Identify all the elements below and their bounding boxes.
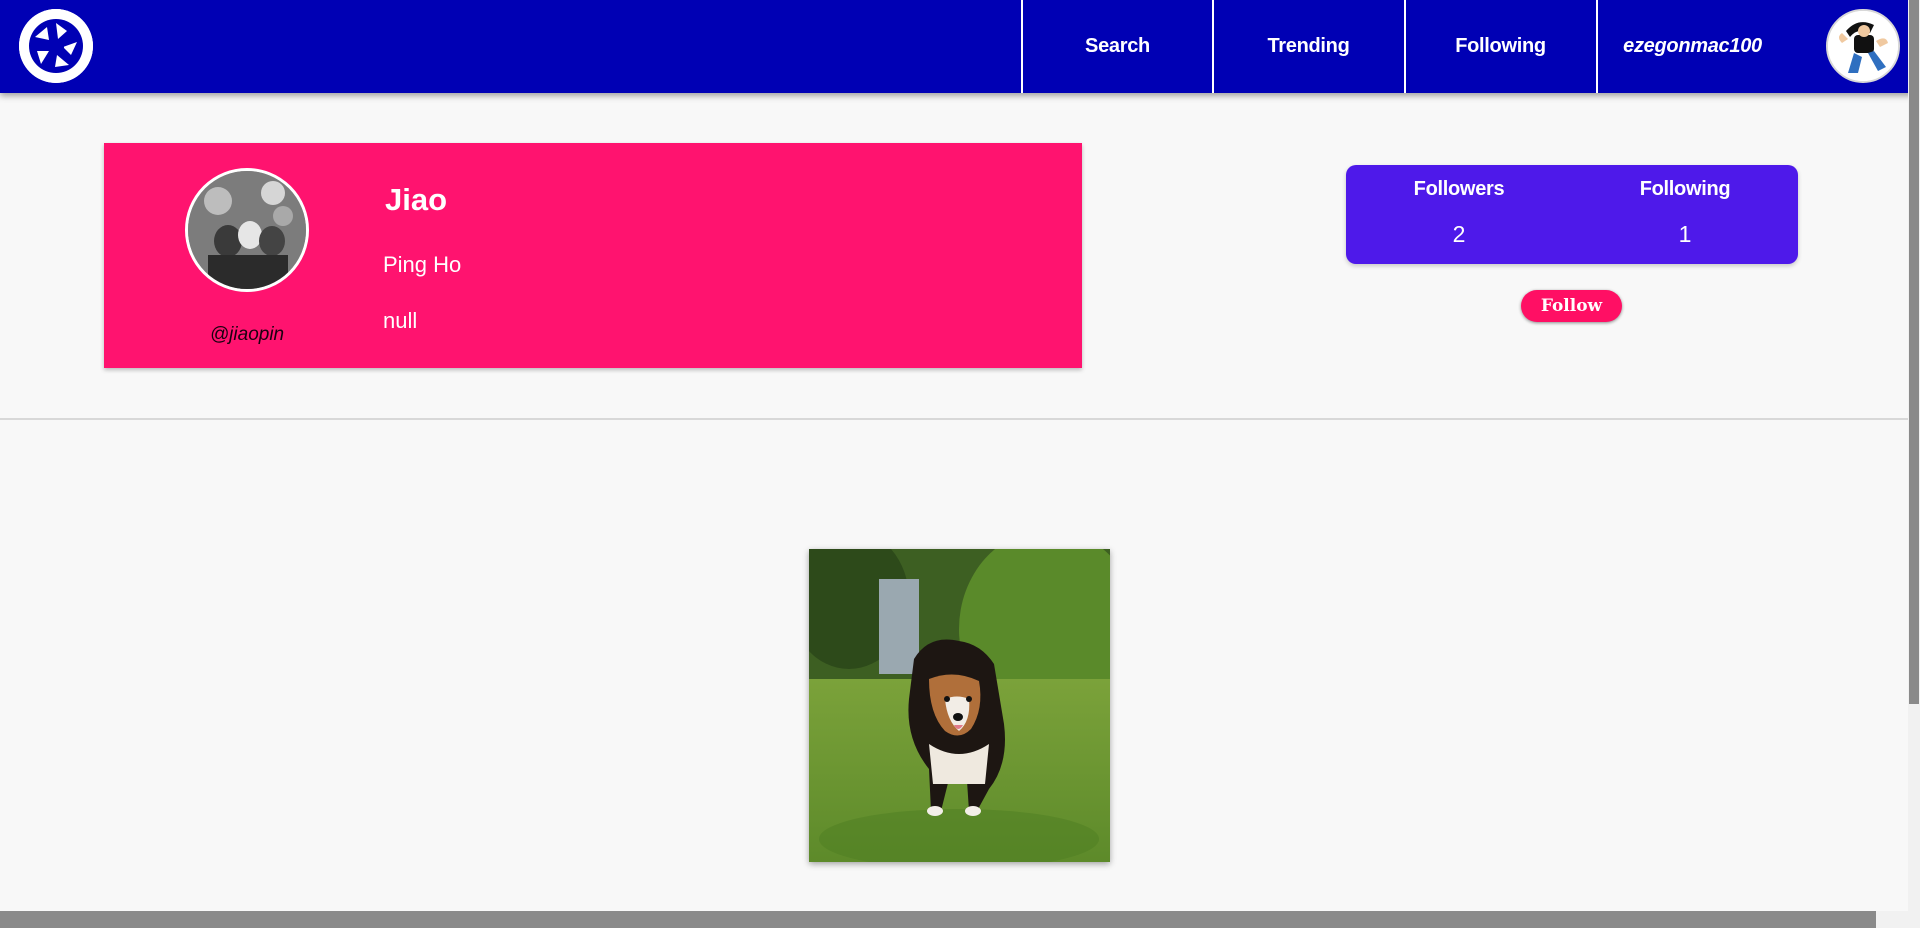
profile-page: Search Trending Following ezegonmac100 @… <box>0 0 1920 928</box>
post-thumbnail[interactable] <box>809 549 1110 862</box>
nav-trending-label: Trending <box>1267 35 1350 57</box>
nav-following-label: Following <box>1455 35 1546 57</box>
nav-username: ezegonmac100 <box>1623 35 1762 57</box>
nav-trending[interactable]: Trending <box>1212 0 1403 93</box>
nav-search[interactable]: Search <box>1021 0 1212 93</box>
dog-running-photo-icon <box>809 549 1110 862</box>
horizontal-scrollbar-thumb[interactable] <box>0 911 1876 928</box>
followers-label: Followers <box>1413 178 1505 200</box>
profile-display-name: Jiao <box>385 182 448 217</box>
nav-following[interactable]: Following <box>1404 0 1595 93</box>
following-count: 1 <box>1678 221 1692 247</box>
follow-stats: Followers 2 Following 1 <box>1346 165 1798 264</box>
top-navbar: Search Trending Following ezegonmac100 <box>0 0 1920 93</box>
followers-count: 2 <box>1452 221 1466 247</box>
profile-bio: null <box>383 308 418 333</box>
following-label: Following <box>1639 178 1731 200</box>
user-avatar-icon[interactable] <box>1826 9 1900 83</box>
profile-full-name: Ping Ho <box>383 252 462 277</box>
camera-shutter-icon[interactable] <box>19 9 93 83</box>
followers-stat[interactable]: Followers 2 <box>1346 165 1572 264</box>
nav-search-label: Search <box>1085 35 1150 57</box>
profile-card: @jiaopin Jiao Ping Ho null <box>104 143 1082 368</box>
vertical-scrollbar-thumb[interactable] <box>1909 0 1919 704</box>
profile-avatar <box>185 168 309 292</box>
following-stat[interactable]: Following 1 <box>1572 165 1798 264</box>
section-divider <box>0 418 1908 420</box>
profile-handle: @jiaopin <box>209 324 285 345</box>
follow-button[interactable]: Follow <box>1521 290 1622 322</box>
nav-user-profile[interactable]: ezegonmac100 <box>1596 0 1787 93</box>
